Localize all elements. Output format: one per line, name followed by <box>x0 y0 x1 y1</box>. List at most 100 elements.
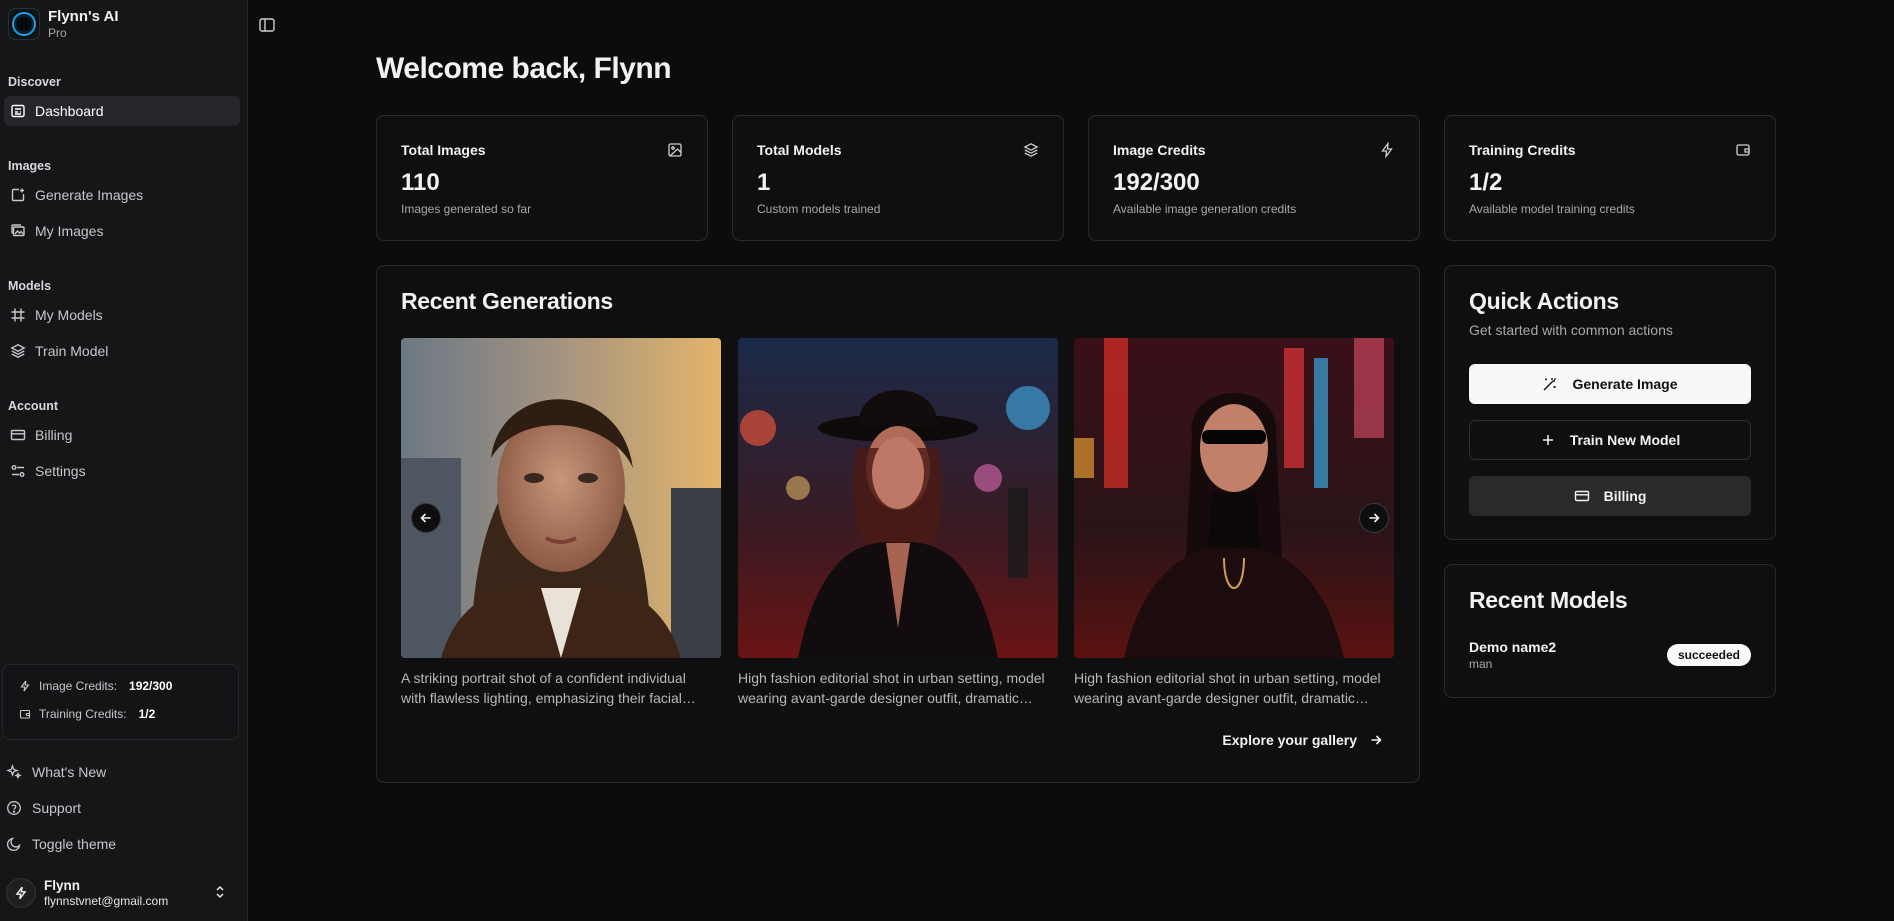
user-name: Flynn <box>44 877 80 893</box>
generate-image-button[interactable]: Generate Image <box>1469 364 1751 404</box>
model-name[interactable]: Demo name2 <box>1469 639 1556 655</box>
app-logo <box>8 8 40 40</box>
sidebar-item-label: Dashboard <box>35 103 104 119</box>
bolt-icon <box>15 886 27 900</box>
caption-line: A striking portrait shot of a confident … <box>401 670 686 686</box>
quick-actions-panel: Quick Actions Get started with common ac… <box>1444 265 1776 540</box>
page-title: Welcome back, Flynn <box>376 52 672 85</box>
generate-image-label: Generate Image <box>1572 376 1678 392</box>
stat-value: 1/2 <box>1469 169 1503 196</box>
explore-gallery-label: Explore your gallery <box>1222 732 1357 748</box>
support-label: Support <box>32 800 82 816</box>
sidebar-item-my-models[interactable]: My Models <box>4 300 240 330</box>
sidebar-item-label: Generate Images <box>35 187 144 203</box>
model-type: man <box>1469 657 1493 671</box>
sidebar: Flynn's AI Pro Discover Dashboard Images… <box>0 0 248 921</box>
sidebar-item-settings[interactable]: Settings <box>4 456 240 486</box>
dashboard-icon <box>11 104 25 118</box>
whats-new-link[interactable]: What's New <box>6 764 106 780</box>
sidebar-item-dashboard[interactable]: Dashboard <box>4 96 240 126</box>
toggle-theme-label: Toggle theme <box>32 836 117 852</box>
sidebar-toggle-icon[interactable] <box>258 16 276 34</box>
help-circle-icon <box>7 801 21 815</box>
billing-button[interactable]: Billing <box>1469 476 1751 516</box>
arrow-right-icon <box>1371 735 1382 745</box>
stat-label: Total Models <box>757 142 842 158</box>
plan-label: Pro <box>48 26 67 40</box>
image-credits-row: Image Credits: 192/300 <box>19 679 172 693</box>
explore-gallery-link[interactable]: Explore your gallery <box>1222 732 1383 748</box>
fashion-image <box>1074 338 1394 658</box>
sidebar-item-train-model[interactable]: Train Model <box>4 336 240 366</box>
caption-line: wearing avant-garde designer outfit, dra… <box>738 690 1033 706</box>
stat-label: Training Credits <box>1469 142 1576 158</box>
caption-line: High fashion editorial shot in urban set… <box>738 670 1045 686</box>
stat-card-total-images: Total Images 110 Images generated so far <box>376 115 708 241</box>
sidebar-item-label: My Images <box>35 223 104 239</box>
generation-image-3[interactable] <box>1074 338 1394 658</box>
stat-description: Custom models trained <box>757 202 881 216</box>
stat-card-image-credits: Image Credits 192/300 Available image ge… <box>1088 115 1420 241</box>
section-label-models: Models <box>8 279 52 293</box>
sidebar-item-generate-images[interactable]: Generate Images <box>4 180 240 210</box>
caption-line: wearing avant-garde designer outfit, dra… <box>1074 690 1369 706</box>
sidebar-item-my-images[interactable]: My Images <box>4 216 240 246</box>
sidebar-item-label: Settings <box>35 463 86 479</box>
sliders-icon <box>11 465 25 477</box>
moon-icon <box>6 837 21 852</box>
wallet-icon <box>1736 144 1750 156</box>
train-new-model-button[interactable]: Train New Model <box>1469 420 1751 460</box>
stat-card-training-credits: Training Credits 1/2 Available model tra… <box>1444 115 1776 241</box>
quick-actions-title: Quick Actions <box>1469 288 1619 314</box>
images-icon <box>11 224 25 237</box>
credit-card-icon <box>1574 490 1589 502</box>
credit-card-icon <box>10 429 26 441</box>
recent-models-panel: Recent Models Demo name2 man succeeded <box>1444 564 1776 698</box>
stat-card-total-models: Total Models 1 Custom models trained <box>732 115 1064 241</box>
sidebar-item-billing[interactable]: Billing <box>4 420 240 450</box>
zap-icon <box>20 680 30 692</box>
brand[interactable]: Flynn's AI Pro <box>8 8 119 40</box>
image-plus-icon <box>11 188 25 202</box>
section-label-images: Images <box>8 159 52 173</box>
wand-icon <box>1543 378 1557 391</box>
portrait-image <box>401 338 721 658</box>
image-credits-value: 192/300 <box>129 679 173 693</box>
caption-line: with flawless lighting, emphasizing thei… <box>401 690 696 706</box>
training-credits-label: Training Credits: <box>39 707 127 721</box>
billing-label: Billing <box>1603 488 1647 504</box>
generation-image-1[interactable] <box>401 338 721 658</box>
frame-icon <box>11 308 25 322</box>
section-label-discover: Discover <box>8 75 61 89</box>
support-link[interactable]: Support <box>6 800 81 816</box>
section-label-account: Account <box>8 399 58 413</box>
plus-icon <box>1542 435 1553 445</box>
layers-icon <box>1023 143 1039 157</box>
generation-caption: A striking portrait shot of a confident … <box>401 668 729 708</box>
chevrons-up-down-icon <box>216 885 224 899</box>
image-icon <box>668 143 682 157</box>
carousel-prev-button[interactable] <box>411 503 441 533</box>
generation-image-2[interactable] <box>738 338 1058 658</box>
train-new-model-label: Train New Model <box>1569 432 1681 448</box>
recent-models-title: Recent Models <box>1469 587 1628 613</box>
carousel-next-button[interactable] <box>1359 503 1389 533</box>
sidebar-item-label: Train Model <box>35 343 109 359</box>
whats-new-label: What's New <box>32 764 107 780</box>
training-credits-row: Training Credits: 1/2 <box>19 707 155 721</box>
image-credits-label: Image Credits: <box>39 679 118 693</box>
user-menu[interactable]: Flynn flynnstvnet@gmail.com <box>6 874 238 912</box>
caption-line: High fashion editorial shot in urban set… <box>1074 670 1381 686</box>
stat-description: Available image generation credits <box>1113 202 1297 216</box>
arrow-left-icon <box>420 513 431 523</box>
stat-label: Total Images <box>401 142 486 158</box>
training-credits-value: 1/2 <box>138 707 156 721</box>
recent-generations-panel: Recent Generations A striking portrait s… <box>376 265 1420 783</box>
recent-generations-title: Recent Generations <box>401 288 613 314</box>
status-badge: succeeded <box>1666 644 1751 666</box>
toggle-theme-button[interactable]: Toggle theme <box>6 836 116 852</box>
generation-caption: High fashion editorial shot in urban set… <box>1074 668 1402 708</box>
layers-icon <box>10 344 26 358</box>
avatar <box>6 878 36 908</box>
quick-actions-subtitle: Get started with common actions <box>1469 322 1673 338</box>
